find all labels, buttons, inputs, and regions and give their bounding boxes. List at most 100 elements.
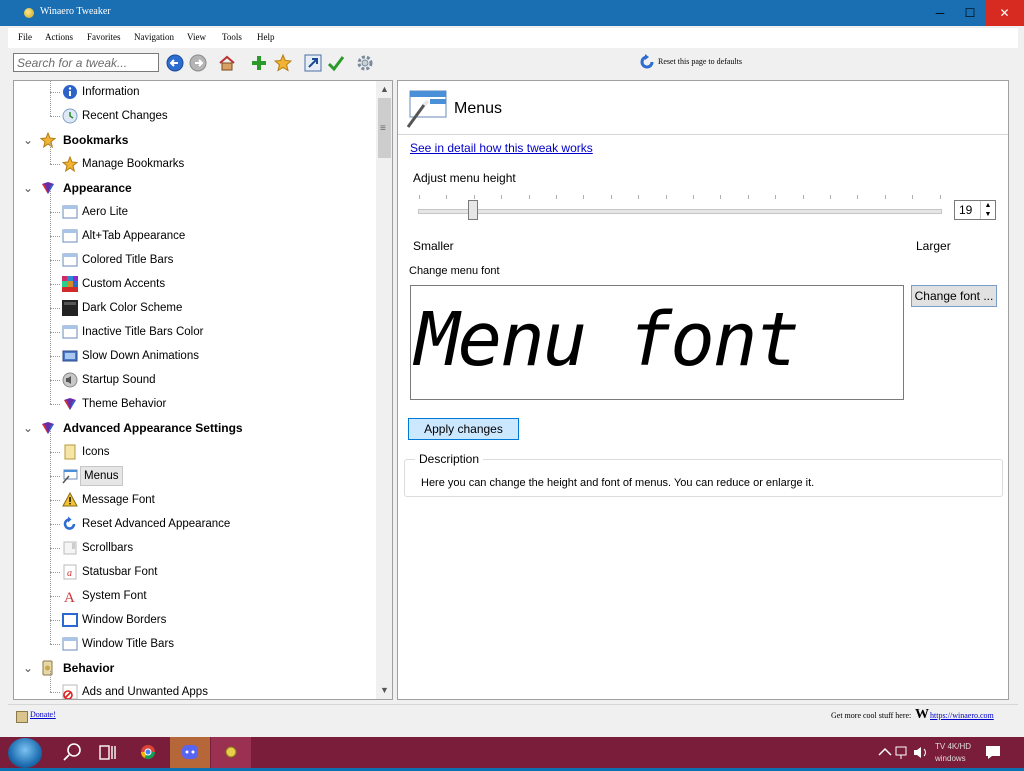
minimize-button[interactable]: ─	[925, 0, 955, 26]
expand-chevron-icon[interactable]: ⌄	[23, 177, 33, 199]
maximize-button[interactable]: ☐	[955, 0, 985, 26]
tree-item[interactable]: Custom Accents	[14, 273, 374, 295]
tree-item[interactable]: Manage Bookmarks	[14, 153, 374, 175]
menu-height-slider-thumb[interactable]	[468, 200, 478, 220]
slider-tick	[419, 195, 420, 199]
tree-item[interactable]: Dark Color Scheme	[14, 297, 374, 319]
menu-actions[interactable]: Actions	[45, 32, 73, 42]
tray-clock-line1[interactable]: TV 4K/HD	[935, 742, 971, 751]
checkmark-icon[interactable]	[327, 54, 345, 72]
tree-item[interactable]: Window Title Bars	[14, 633, 374, 655]
tree-item[interactable]: Theme Behavior	[14, 393, 374, 415]
forward-arrow-icon[interactable]	[189, 54, 207, 72]
network-icon[interactable]	[892, 737, 912, 768]
tree-item[interactable]: Menus	[14, 465, 374, 487]
tree-item[interactable]: Startup Sound	[14, 369, 374, 391]
tree-item[interactable]: Ads and Unwanted Apps	[14, 681, 374, 699]
expand-chevron-icon[interactable]: ⌄	[23, 417, 33, 439]
home-icon[interactable]	[218, 54, 236, 72]
notification-icon[interactable]	[978, 737, 1008, 768]
scroll-grip-icon: ≡	[380, 123, 386, 134]
tree-item[interactable]: Colored Title Bars	[14, 249, 374, 271]
tree-item[interactable]: A System Font	[14, 585, 374, 607]
apply-changes-button[interactable]: Apply changes	[408, 418, 519, 440]
title-bar[interactable]: Winaero Tweaker ─ ☐ ✕	[0, 0, 1024, 26]
tree-item-label: Startup Sound	[82, 374, 156, 386]
scroll-down-arrow-icon[interactable]: ▼	[376, 682, 392, 699]
search-input[interactable]: Search for a tweak...	[13, 53, 159, 72]
menu-height-spinner[interactable]: 19 ▲ ▼	[954, 200, 996, 220]
tree-item[interactable]: Aero Lite	[14, 201, 374, 223]
tree-connector	[50, 500, 60, 501]
tree-item-label: Slow Down Animations	[82, 350, 199, 362]
search-icon[interactable]	[52, 737, 92, 768]
tree-item-label: Ads and Unwanted Apps	[82, 686, 208, 698]
tree-item[interactable]: Window Borders	[14, 609, 374, 631]
tree-category[interactable]: ⌄ Advanced Appearance Settings	[14, 417, 374, 439]
tree-item[interactable]: Icons	[14, 441, 374, 463]
bookmarks-star-icon[interactable]	[274, 54, 292, 72]
tree-item[interactable]: a Statusbar Font	[14, 561, 374, 583]
menu-view[interactable]: View	[187, 32, 206, 42]
tree-item[interactable]: Reset Advanced Appearance	[14, 513, 374, 535]
discord-taskbar-button[interactable]	[170, 737, 210, 768]
tree-item[interactable]: Scrollbars	[14, 537, 374, 559]
slider-tick	[638, 195, 640, 199]
gear-icon[interactable]	[356, 54, 374, 72]
import-export-icon[interactable]	[304, 54, 322, 72]
spinner-arrows-icon[interactable]: ▲ ▼	[980, 201, 995, 219]
start-button-icon[interactable]	[8, 738, 42, 768]
tree-item[interactable]: Information	[14, 81, 374, 103]
reset-page-icon[interactable]	[638, 53, 656, 71]
menu-help[interactable]: Help	[257, 32, 275, 42]
close-button[interactable]: ✕	[985, 0, 1024, 26]
add-bookmark-icon[interactable]	[250, 54, 268, 72]
tree-connector	[50, 644, 60, 645]
recent-changes-icon	[62, 108, 78, 124]
menu-favorites[interactable]: Favorites	[87, 32, 121, 42]
menu-height-slider-track[interactable]	[418, 209, 942, 214]
change-font-label: Change menu font	[409, 265, 500, 277]
tree-item[interactable]: Slow Down Animations	[14, 345, 374, 367]
expand-chevron-icon[interactable]: ⌄	[23, 657, 33, 679]
slider-tick	[857, 195, 859, 199]
tree-item-label: Window Title Bars	[82, 638, 175, 650]
task-view-icon[interactable]	[88, 737, 128, 768]
tree-connector	[50, 380, 60, 381]
tree-connector	[50, 116, 60, 117]
change-font-button[interactable]: Change font ...	[911, 285, 997, 307]
tree-item[interactable]: Recent Changes	[14, 105, 374, 127]
chrome-taskbar-icon[interactable]	[128, 737, 168, 768]
winaero-taskbar-button[interactable]	[211, 737, 251, 768]
menu-height-value[interactable]: 19	[959, 203, 972, 217]
tree-connector	[50, 404, 60, 405]
reset-page-link[interactable]: Reset this page to defaults	[658, 57, 742, 66]
winaero-site-link[interactable]: https://winaero.com	[930, 711, 994, 720]
tweak-tree[interactable]: Information Recent Changes ⌄ Bookmarks Manag…	[13, 80, 393, 700]
tree-category[interactable]: ⌄ Behavior	[14, 657, 374, 679]
expand-chevron-icon[interactable]: ⌄	[23, 129, 33, 151]
tree-item[interactable]: Message Font	[14, 489, 374, 511]
volume-icon[interactable]	[911, 737, 931, 768]
tree-connector	[50, 81, 51, 116]
back-arrow-icon[interactable]	[166, 54, 184, 72]
scroll-up-arrow-icon[interactable]: ▲	[376, 81, 392, 98]
tree-category[interactable]: ⌄ Appearance	[14, 177, 374, 199]
tweak-details-link[interactable]: See in detail how this tweak works	[410, 141, 593, 155]
svg-text:a: a	[67, 568, 72, 579]
winaero-logo-icon: W	[915, 707, 929, 722]
donate-icon	[16, 711, 28, 723]
tree-item-label: Aero Lite	[82, 206, 129, 218]
menu-tools[interactable]: Tools	[222, 32, 242, 42]
tree-category[interactable]: ⌄ Bookmarks	[14, 129, 374, 151]
tree-item-label: Dark Color Scheme	[82, 302, 183, 314]
slider-tick	[884, 195, 886, 199]
tree-item-label: Recent Changes	[82, 110, 168, 122]
tree-scrollbar[interactable]: ▲ ≡ ▼	[376, 81, 392, 699]
tree-item[interactable]: Inactive Title Bars Color	[14, 321, 374, 343]
menu-file[interactable]: File	[18, 32, 32, 42]
tree-item[interactable]: Alt+Tab Appearance	[14, 225, 374, 247]
menu-navigation[interactable]: Navigation	[134, 32, 174, 42]
donate-link[interactable]: Donate!	[30, 710, 56, 719]
tray-clock-line2[interactable]: windows	[935, 754, 966, 763]
